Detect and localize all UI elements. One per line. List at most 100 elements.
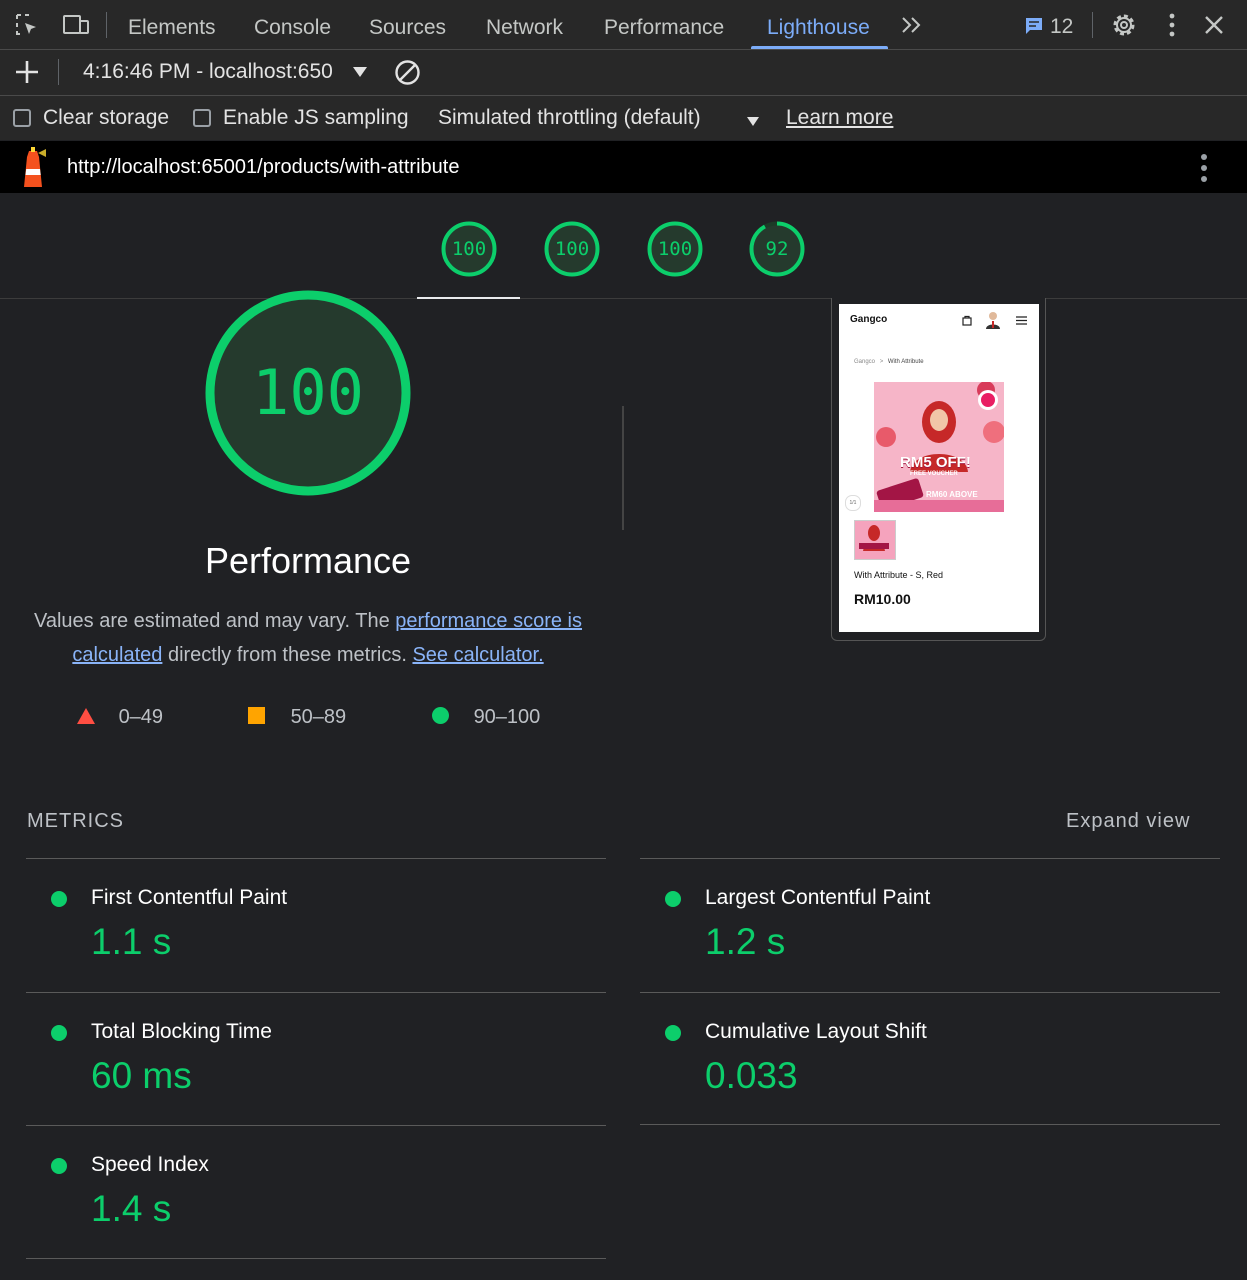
shot-product-name: With Attribute - S, Red — [854, 570, 944, 580]
issues-counter[interactable]: 12 — [1024, 12, 1073, 42]
section-divider — [622, 406, 624, 530]
legend-fail: 0–49 — [77, 706, 163, 729]
new-report-plus-icon[interactable] — [14, 59, 40, 85]
metric-label: Speed Index — [91, 1153, 209, 1176]
tab-lighthouse[interactable]: Lighthouse — [751, 0, 888, 49]
devtools-tabbar: Elements Console Sources Network Perform… — [0, 0, 1247, 50]
gauge-performance-score: 100 — [451, 238, 487, 260]
learn-more-link[interactable]: Learn more — [786, 106, 893, 130]
report-menu-icon[interactable] — [1192, 153, 1218, 182]
close-devtools-icon[interactable] — [1203, 14, 1229, 40]
shot-menu-icon — [1016, 316, 1027, 325]
issues-count: 12 — [1050, 15, 1074, 38]
report-url: http://localhost:65001/products/with-att… — [67, 156, 460, 178]
gauge-accessibility[interactable]: 100 — [544, 221, 600, 277]
kebab-menu-icon[interactable] — [1160, 13, 1186, 39]
gauge-best-practices[interactable]: 100 — [647, 221, 703, 277]
clear-storage-label[interactable]: Clear storage — [43, 106, 169, 130]
lighthouse-settings-bar: Clear storage Enable JS sampling Simulat… — [0, 96, 1247, 140]
toolbar-divider — [58, 59, 59, 85]
clear-storage-checkbox[interactable] — [13, 109, 31, 127]
tab-elements[interactable]: Elements — [128, 0, 216, 49]
pass-circle-icon — [432, 707, 449, 724]
metric-cumulative-layout-shift: Cumulative Layout Shift 0.033 — [640, 992, 1220, 1125]
score-summary: 100 100 100 92 — [0, 194, 1247, 299]
metric-value: 1.1 s — [91, 921, 172, 962]
metric-first-contentful-paint: First Contentful Paint 1.1 s — [26, 858, 606, 993]
metric-value: 0.033 — [705, 1055, 798, 1096]
shot-product-price: RM10.00 — [854, 591, 911, 607]
report-dropdown-caret-icon[interactable] — [352, 65, 378, 91]
shot-crumb-home: Gangco — [854, 359, 876, 365]
pass-circle-icon — [51, 1158, 67, 1174]
metric-speed-index: Speed Index 1.4 s — [26, 1125, 606, 1259]
lighthouse-toolbar: 4:16:46 PM - localhost:650 — [0, 50, 1247, 96]
lighthouse-logo-icon — [18, 147, 48, 189]
metric-label: Total Blocking Time — [91, 1020, 272, 1043]
shot-brand: Gangco — [850, 314, 888, 325]
performance-score: 100 — [252, 356, 364, 429]
shot-promo-sub: FREE VOUCHER — [910, 471, 958, 477]
throttling-dropdown-caret-icon[interactable] — [746, 114, 772, 140]
tab-network[interactable]: Network — [486, 0, 563, 49]
gauge-performance[interactable]: 100 — [441, 221, 497, 277]
average-square-icon — [248, 707, 265, 724]
fail-triangle-icon — [77, 708, 95, 724]
expand-view-toggle[interactable]: Expand view — [1066, 810, 1190, 833]
metric-value: 60 ms — [91, 1055, 192, 1096]
final-screenshot[interactable]: Gangco Gangco > With Attribute RM5 OFF! … — [839, 304, 1039, 632]
tab-console[interactable]: Console — [254, 0, 331, 49]
gauge-seo-score: 92 — [765, 238, 789, 260]
gauge-best-practices-score: 100 — [657, 238, 693, 260]
desc-middle: directly from these metrics. — [162, 644, 413, 666]
learn-more-text[interactable]: Learn more — [786, 106, 893, 129]
shot-bag-icon — [962, 315, 972, 326]
throttling-select[interactable]: Simulated throttling (default) — [438, 106, 701, 130]
gauge-seo[interactable]: 92 — [749, 221, 805, 277]
more-tabs-chevron-icon[interactable] — [900, 14, 926, 40]
report-selector[interactable]: 4:16:46 PM - localhost:650 — [83, 60, 345, 84]
tab-performance[interactable]: Performance — [604, 0, 724, 49]
shot-promo-text: RM5 OFF! — [900, 454, 971, 471]
toolbar-divider — [106, 12, 107, 38]
clear-reports-icon[interactable] — [394, 59, 420, 85]
report-url-bar: http://localhost:65001/products/with-att… — [0, 141, 1247, 193]
js-sampling-label[interactable]: Enable JS sampling — [223, 106, 409, 130]
device-toolbar-icon[interactable] — [62, 12, 89, 38]
metrics-divider — [26, 1258, 606, 1259]
performance-gauge: 100 — [203, 288, 413, 498]
metric-label: First Contentful Paint — [91, 886, 288, 909]
issues-icon — [1026, 18, 1042, 34]
shot-avatar-icon — [986, 312, 1000, 329]
js-sampling-checkbox[interactable] — [193, 109, 211, 127]
inspect-element-icon[interactable] — [14, 12, 40, 38]
metric-label: Cumulative Layout Shift — [705, 1020, 927, 1043]
pass-circle-icon — [665, 1025, 681, 1041]
legend-average: 50–89 — [248, 706, 346, 729]
shot-promo-sub2: RM60 ABOVE — [926, 490, 978, 499]
shot-crumb-current: With Attribute — [887, 359, 924, 365]
tab-sources[interactable]: Sources — [369, 0, 446, 49]
metric-largest-contentful-paint: Largest Contentful Paint 1.2 s — [640, 858, 1220, 993]
legend-average-range: 50–89 — [290, 706, 347, 728]
category-title: Performance — [204, 540, 412, 581]
see-calculator-link[interactable]: See calculator. — [412, 644, 543, 666]
metric-value: 1.2 s — [705, 921, 786, 962]
metrics-heading: METRICS — [27, 810, 124, 832]
pass-circle-icon — [51, 891, 67, 907]
metric-total-blocking-time: Total Blocking Time 60 ms — [26, 992, 606, 1126]
pass-circle-icon — [51, 1025, 67, 1041]
active-gauge-underline — [417, 297, 520, 299]
metric-value: 1.4 s — [91, 1188, 172, 1229]
legend-pass: 90–100 — [432, 706, 540, 729]
toolbar-divider — [1092, 12, 1093, 38]
legend-fail-range: 0–49 — [118, 706, 164, 728]
legend-pass-range: 90–100 — [473, 706, 541, 728]
shot-breadcrumb: Gangco > With Attribute — [854, 359, 924, 365]
shot-image-pager: 1/1 — [845, 495, 861, 511]
category-description: Values are estimated and may vary. The p… — [20, 604, 596, 672]
metrics-divider — [640, 1124, 1220, 1125]
settings-gear-icon[interactable] — [1110, 11, 1136, 37]
metric-label: Largest Contentful Paint — [705, 886, 931, 909]
shot-thumbnail — [854, 520, 896, 560]
